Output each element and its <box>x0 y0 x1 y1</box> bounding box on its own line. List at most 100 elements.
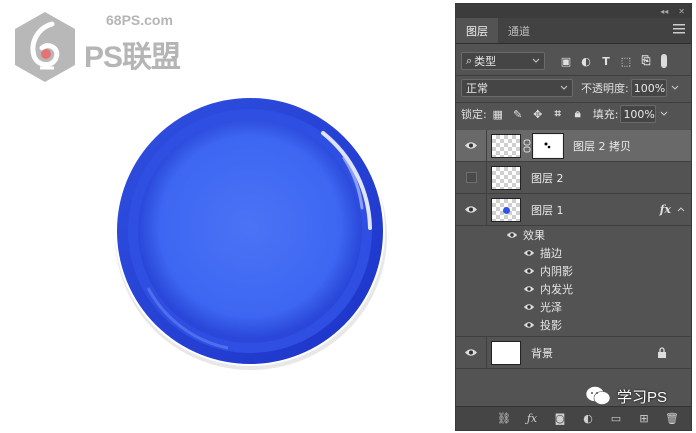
lock-icon[interactable] <box>657 347 667 359</box>
filter-toggle-icon[interactable] <box>661 54 667 68</box>
opacity-input[interactable]: 100% <box>630 79 667 97</box>
effect-label: 内阴影 <box>540 265 573 278</box>
mask-dots-icon <box>544 142 551 148</box>
layer-thumbnail[interactable] <box>491 340 521 365</box>
effects-label: 效果 <box>523 229 545 242</box>
lock-transparent-icon[interactable]: ▦ <box>491 107 505 121</box>
new-layer-icon[interactable]: ⊞ <box>636 412 652 426</box>
wechat-watermark: 学习PS <box>585 385 667 407</box>
opacity-value: 100% <box>633 81 666 95</box>
eye-icon[interactable] <box>523 249 535 257</box>
eye-icon[interactable] <box>523 285 535 293</box>
layer-row-layer2[interactable]: 图层 2 <box>456 162 691 194</box>
opacity-dropdown-icon[interactable] <box>671 84 679 92</box>
chevron-down-icon <box>560 85 568 90</box>
close-panel-icon[interactable]: ✕ <box>678 7 685 16</box>
add-style-fx-icon[interactable]: ƒx <box>524 412 540 426</box>
layers-panel: ◂◂ ✕ 图层 通道 ⌕ 类型 ▣ ◐ T ⬚ ⎘ 正常 不透明度: 100% … <box>455 3 692 431</box>
lock-all-icon[interactable]: 🔒︎ <box>571 107 585 121</box>
visibility-toggle[interactable] <box>456 337 487 368</box>
panel-topbar: ◂◂ ✕ <box>456 4 691 18</box>
screenshot: 68PS.com PS联盟 ◂◂ ✕ 图层 通道 ⌕ 类型 ▣ ◐ T ⬚ ⎘ … <box>0 0 696 433</box>
filter-shape-icon[interactable]: ⬚ <box>619 54 633 68</box>
chevron-down-icon <box>532 58 540 63</box>
fill-dropdown-icon[interactable] <box>660 110 668 118</box>
hidden-visibility-box-icon <box>465 172 477 183</box>
visibility-toggle[interactable] <box>456 130 487 161</box>
effect-item-inner-glow[interactable]: 内发光 <box>456 280 691 298</box>
fx-badge[interactable]: fx <box>660 203 671 216</box>
layer-thumbnail[interactable] <box>491 133 521 158</box>
new-adjustment-icon[interactable]: ◐ <box>580 412 596 426</box>
lock-row: 锁定: ▦ ✎ ✥ ⌗ 🔒︎ 填充: 100% <box>461 105 696 123</box>
collapse-arrows-icon[interactable]: ◂◂ <box>660 7 668 16</box>
effects-list: 效果 描边 内阴影 内发光 光泽 投影 <box>456 226 691 337</box>
lock-position-icon[interactable]: ✥ <box>531 107 545 121</box>
layer-thumbnail[interactable] <box>491 165 521 190</box>
eye-icon <box>465 142 477 149</box>
ps-logo: 68PS.com PS联盟 <box>12 10 192 90</box>
eye-icon[interactable] <box>523 321 535 329</box>
hexagon-logo-icon <box>15 12 75 82</box>
eye-icon <box>465 349 477 356</box>
visibility-toggle[interactable] <box>456 194 487 225</box>
effect-item-stroke[interactable]: 描边 <box>456 244 691 262</box>
effect-item-satin[interactable]: 光泽 <box>456 298 691 316</box>
lock-image-icon[interactable]: ✎ <box>511 107 525 121</box>
delete-layer-icon[interactable]: 🗑︎ <box>664 412 680 426</box>
blend-row: 正常 不透明度: 100% <box>461 79 696 97</box>
blue-dot-icon <box>503 206 510 214</box>
fill-input[interactable]: 100% <box>620 105 657 123</box>
search-icon: ⌕ <box>466 54 473 67</box>
layers-list: 图层 2 拷贝 图层 2 图层 1 fx 效果 描边 内阴影 内发光 光泽 投影… <box>456 130 691 369</box>
panel-menu-icon[interactable] <box>673 24 685 34</box>
fill-label: 填充: <box>592 108 619 121</box>
layer-row-background[interactable]: 背景 <box>456 337 691 369</box>
effect-label: 内发光 <box>540 283 573 296</box>
layer-name: 背景 <box>531 346 553 360</box>
add-mask-icon[interactable]: ◙ <box>552 412 568 426</box>
logo-brand-text: PS联盟 <box>84 41 181 74</box>
filter-row: ⌕ 类型 ▣ ◐ T ⬚ ⎘ <box>461 52 696 70</box>
tab-channels[interactable]: 通道 <box>498 18 540 43</box>
visibility-toggle[interactable] <box>456 162 487 193</box>
eye-icon[interactable] <box>506 231 518 239</box>
tab-layers[interactable]: 图层 <box>456 18 498 43</box>
filter-smart-object-icon[interactable]: ⎘ <box>639 54 653 68</box>
lock-artboard-icon[interactable]: ⌗ <box>551 107 565 121</box>
layer-thumbnail[interactable] <box>491 197 521 222</box>
logo-site-text: 68PS.com <box>106 12 173 28</box>
effect-item-drop-shadow[interactable]: 投影 <box>456 316 691 334</box>
effect-label: 投影 <box>540 319 562 332</box>
chevron-up-icon[interactable] <box>677 205 685 213</box>
effect-label: 光泽 <box>540 301 562 314</box>
link-chain-icon[interactable] <box>523 139 531 153</box>
filter-adjustment-icon[interactable]: ◐ <box>579 54 593 68</box>
layer-name: 图层 2 <box>531 171 564 185</box>
layer-name: 图层 1 <box>531 203 564 217</box>
link-layers-icon[interactable]: ⛓ <box>496 412 512 426</box>
fill-value: 100% <box>623 107 655 121</box>
lock-label: 锁定: <box>461 108 487 121</box>
eye-icon[interactable] <box>523 267 535 275</box>
filter-kind-select[interactable]: ⌕ 类型 <box>461 52 545 70</box>
panel-tabs: 图层 通道 <box>456 18 691 44</box>
opacity-label: 不透明度: <box>581 82 629 95</box>
bottom-brand-text: 学习PS <box>617 388 668 406</box>
effect-item-inner-shadow[interactable]: 内阴影 <box>456 262 691 280</box>
new-group-icon[interactable]: ▭ <box>608 412 624 426</box>
blend-mode-select[interactable]: 正常 <box>461 79 573 97</box>
blend-mode-value: 正常 <box>466 82 488 95</box>
panel-bottom-toolbar: ⛓ ƒx ◙ ◐ ▭ ⊞ 🗑︎ <box>456 406 691 430</box>
layer-row-layer2-copy[interactable]: 图层 2 拷贝 <box>456 130 691 162</box>
effects-header[interactable]: 效果 <box>456 226 691 244</box>
filter-type-icon[interactable]: T <box>599 54 613 68</box>
filter-pixel-icon[interactable]: ▣ <box>559 54 573 68</box>
effect-label: 描边 <box>540 247 562 260</box>
filter-kind-label: 类型 <box>474 55 497 68</box>
layer-row-layer1[interactable]: 图层 1 fx <box>456 194 691 226</box>
layer-name: 图层 2 拷贝 <box>573 139 631 153</box>
wechat-icon <box>585 386 611 405</box>
layer-mask-thumbnail[interactable] <box>532 132 564 159</box>
eye-icon[interactable] <box>523 303 535 311</box>
